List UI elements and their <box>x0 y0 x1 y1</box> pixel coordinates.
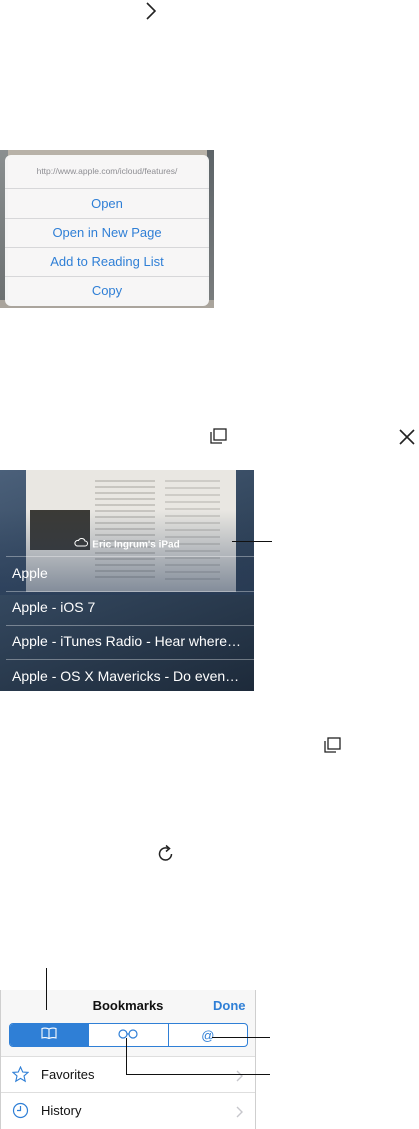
context-menu-open[interactable]: Open <box>5 189 209 219</box>
context-menu: http://www.apple.com/icloud/features/ Op… <box>5 155 209 306</box>
context-menu-url: http://www.apple.com/icloud/features/ <box>5 155 209 189</box>
close-icon[interactable] <box>399 429 415 445</box>
icloud-device-name: Eric Ingrum's iPad <box>92 539 180 551</box>
icloud-tab-row[interactable]: Apple <box>12 558 252 588</box>
bookmarks-icon <box>41 1026 57 1044</box>
done-button[interactable]: Done <box>213 998 246 1013</box>
icloud-tab-row[interactable]: Apple - OS X Mavericks - Do even… <box>12 661 252 691</box>
bookmarks-screenshot: Bookmarks Done @ Favorites History <box>0 990 256 1129</box>
icloud-tab-row[interactable]: Apple - iOS 7 <box>12 592 252 622</box>
segment-bookmarks[interactable] <box>10 1024 90 1046</box>
divider <box>6 659 254 660</box>
callout-line <box>212 1037 270 1038</box>
callout-line <box>232 541 272 542</box>
chevron-right-icon[interactable] <box>146 2 156 20</box>
cloud-icon <box>74 535 89 555</box>
reading-list-icon <box>117 1026 139 1044</box>
callout-line <box>46 968 47 1010</box>
context-menu-add-reading-list[interactable]: Add to Reading List <box>5 247 209 277</box>
reload-icon[interactable] <box>156 844 176 864</box>
context-menu-open-new-page[interactable]: Open in New Page <box>5 218 209 248</box>
tabs-icon[interactable] <box>322 737 342 755</box>
callout-line <box>126 1038 127 1075</box>
bookmark-row-history[interactable]: History <box>1 1092 255 1129</box>
icloud-device-header: Eric Ingrum's iPad <box>0 535 254 555</box>
callout-line <box>126 1074 270 1075</box>
context-menu-copy[interactable]: Copy <box>5 276 209 305</box>
icloud-tab-row[interactable]: Apple - iTunes Radio - Hear where… <box>12 626 252 656</box>
clock-icon <box>12 1102 29 1124</box>
bookmarks-segmented-control: @ <box>9 1023 248 1047</box>
shared-links-icon: @ <box>201 1027 215 1043</box>
bookmark-row-label: History <box>41 1103 82 1118</box>
segment-shared-links[interactable]: @ <box>169 1024 247 1046</box>
segment-reading-list[interactable] <box>89 1024 169 1046</box>
bookmark-row-label: Favorites <box>41 1067 95 1082</box>
chevron-right-icon <box>236 1105 243 1123</box>
tabs-icon[interactable] <box>208 428 228 446</box>
star-icon <box>11 1065 30 1088</box>
chevron-right-icon <box>236 1069 243 1087</box>
divider <box>6 556 254 557</box>
link-context-menu-screenshot: http://www.apple.com/icloud/features/ Op… <box>0 150 214 308</box>
